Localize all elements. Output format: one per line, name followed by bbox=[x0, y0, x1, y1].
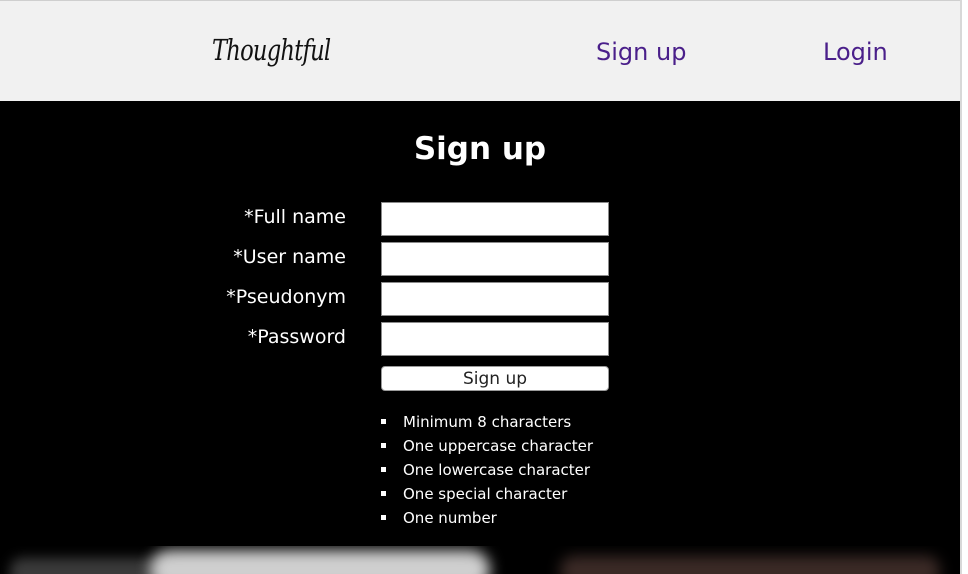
nav-signup-link[interactable]: Sign up bbox=[596, 35, 686, 69]
bullet-icon bbox=[381, 491, 386, 496]
password-requirements-list: Minimum 8 characters One uppercase chara… bbox=[381, 410, 593, 530]
blurred-shape bbox=[560, 556, 940, 574]
window-edge bbox=[960, 0, 968, 574]
requirement-item: One lowercase character bbox=[381, 458, 593, 482]
full-name-label: *Full name bbox=[244, 206, 346, 228]
user-name-input[interactable] bbox=[381, 242, 609, 276]
signup-title: Sign up bbox=[413, 131, 547, 167]
requirement-text: Minimum 8 characters bbox=[403, 413, 572, 431]
requirement-item: One uppercase character bbox=[381, 434, 593, 458]
requirement-text: One uppercase character bbox=[403, 437, 594, 455]
page: Thoughtful Sign up Login Sign up *Full n… bbox=[0, 0, 968, 574]
full-name-input[interactable] bbox=[381, 202, 609, 236]
site-logo[interactable]: Thoughtful bbox=[212, 25, 331, 75]
blurred-shape bbox=[10, 558, 170, 574]
blurred-background-footer bbox=[0, 546, 960, 574]
signup-submit-button[interactable]: Sign up bbox=[381, 366, 609, 391]
bullet-icon bbox=[381, 467, 386, 472]
requirement-text: One lowercase character bbox=[403, 461, 591, 479]
blurred-shape bbox=[150, 550, 490, 574]
password-label: *Password bbox=[247, 326, 346, 348]
pseudonym-label: *Pseudonym bbox=[226, 286, 346, 308]
nav-login-link[interactable]: Login bbox=[823, 35, 888, 69]
bullet-icon bbox=[381, 515, 386, 520]
requirement-text: One number bbox=[403, 509, 497, 527]
user-name-label: *User name bbox=[233, 246, 346, 268]
pseudonym-input[interactable] bbox=[381, 282, 609, 316]
requirement-item: Minimum 8 characters bbox=[381, 410, 593, 434]
window-edge-line bbox=[960, 0, 962, 574]
requirement-text: One special character bbox=[403, 485, 568, 503]
password-input[interactable] bbox=[381, 322, 609, 356]
full-name-row: *Full name bbox=[0, 202, 960, 236]
user-name-row: *User name bbox=[0, 242, 960, 276]
site-header: Thoughtful Sign up Login bbox=[0, 0, 960, 101]
pseudonym-row: *Pseudonym bbox=[0, 282, 960, 316]
bullet-icon bbox=[381, 443, 386, 448]
bullet-icon bbox=[381, 419, 386, 424]
requirement-item: One number bbox=[381, 506, 593, 530]
password-row: *Password bbox=[0, 322, 960, 356]
requirement-item: One special character bbox=[381, 482, 593, 506]
